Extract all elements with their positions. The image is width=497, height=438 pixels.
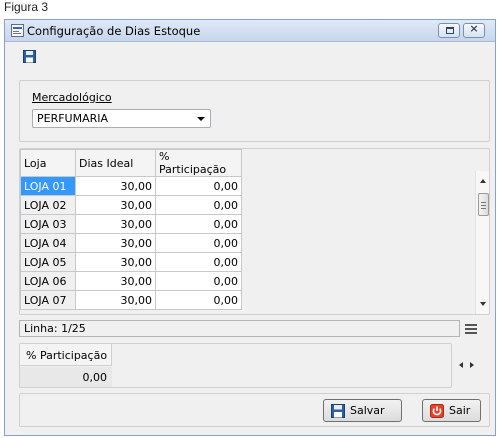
window-title: Configuração de Dias Estoque bbox=[27, 24, 201, 38]
table-row[interactable]: LOJA 04 30,00 0,00 bbox=[20, 233, 242, 253]
power-icon bbox=[430, 404, 444, 418]
row-status-text: Linha: 1/25 bbox=[24, 322, 86, 335]
participacao-cell[interactable]: 0,00 bbox=[155, 195, 242, 215]
summary-value-cell: 0,00 bbox=[20, 367, 112, 387]
table-row[interactable]: LOJA 03 30,00 0,00 bbox=[20, 214, 242, 234]
participacao-cell[interactable]: 0,00 bbox=[155, 233, 242, 253]
loja-cell[interactable]: LOJA 04 bbox=[20, 233, 76, 253]
stores-grid-panel: Loja Dias Ideal % Participação LOJA 01 3… bbox=[19, 148, 490, 315]
loja-cell[interactable]: LOJA 06 bbox=[20, 271, 76, 291]
close-icon: × bbox=[469, 22, 479, 35]
summary-value: 0,00 bbox=[82, 371, 108, 384]
stores-grid: Loja Dias Ideal % Participação LOJA 01 3… bbox=[20, 149, 242, 310]
mercadologico-label: Mercadológico bbox=[32, 91, 112, 104]
title-bar[interactable]: Configuração de Dias Estoque × bbox=[5, 20, 495, 42]
filter-panel: Mercadológico PERFUMARIA bbox=[19, 80, 490, 142]
table-row[interactable]: LOJA 02 30,00 0,00 bbox=[20, 195, 242, 215]
save-button-label: Salvar bbox=[350, 404, 385, 417]
summary-panel: % Participação 0,00 bbox=[19, 343, 452, 388]
scroll-left-icon[interactable] bbox=[459, 362, 463, 368]
mercadologico-select[interactable]: PERFUMARIA bbox=[32, 109, 211, 128]
loja-cell[interactable]: LOJA 07 bbox=[20, 290, 76, 310]
dias-ideal-cell[interactable]: 30,00 bbox=[75, 252, 156, 272]
participacao-cell[interactable]: 0,00 bbox=[155, 214, 242, 234]
figure-caption: Figura 3 bbox=[4, 0, 49, 14]
col-header-loja[interactable]: Loja bbox=[20, 149, 76, 177]
floppy-disk-icon bbox=[331, 404, 345, 418]
participacao-cell[interactable]: 0,00 bbox=[155, 176, 242, 196]
close-button[interactable]: × bbox=[463, 22, 485, 38]
restore-button[interactable] bbox=[438, 23, 460, 38]
scroll-right-icon[interactable] bbox=[470, 362, 474, 368]
app-window-icon bbox=[11, 24, 24, 37]
participacao-cell[interactable]: 0,00 bbox=[155, 271, 242, 291]
table-row[interactable]: LOJA 01 30,00 0,00 bbox=[20, 176, 242, 196]
dias-ideal-cell[interactable]: 30,00 bbox=[75, 195, 156, 215]
table-row[interactable]: LOJA 05 30,00 0,00 bbox=[20, 252, 242, 272]
col-header-dias-ideal[interactable]: Dias Ideal bbox=[75, 149, 156, 177]
exit-button[interactable]: Sair bbox=[422, 399, 481, 422]
participacao-cell[interactable]: 0,00 bbox=[155, 290, 242, 310]
chevron-down-icon bbox=[197, 117, 205, 121]
grid-vertical-scrollbar[interactable] bbox=[475, 171, 489, 314]
save-button[interactable]: Salvar bbox=[323, 399, 402, 422]
row-status-bar: Linha: 1/25 bbox=[19, 320, 460, 337]
scroll-up-icon[interactable] bbox=[480, 179, 486, 183]
grid-header-row: Loja Dias Ideal % Participação bbox=[20, 149, 242, 177]
loja-cell[interactable]: LOJA 01 bbox=[20, 176, 76, 196]
restore-icon bbox=[446, 27, 454, 34]
mercadologico-selected-value: PERFUMARIA bbox=[37, 112, 109, 125]
dias-ideal-cell[interactable]: 30,00 bbox=[75, 214, 156, 234]
dias-ideal-cell[interactable]: 30,00 bbox=[75, 233, 156, 253]
dias-ideal-cell[interactable]: 30,00 bbox=[75, 271, 156, 291]
participacao-cell[interactable]: 0,00 bbox=[155, 252, 242, 272]
hamburger-menu-icon[interactable] bbox=[465, 324, 477, 334]
dias-ideal-cell[interactable]: 30,00 bbox=[75, 290, 156, 310]
loja-cell[interactable]: LOJA 03 bbox=[20, 214, 76, 234]
summary-header: % Participação bbox=[20, 344, 112, 366]
actions-panel: Salvar Sair bbox=[19, 393, 490, 427]
floppy-disk-icon[interactable] bbox=[23, 50, 36, 63]
summary-header-label: % Participação bbox=[26, 349, 108, 362]
dias-ideal-cell[interactable]: 30,00 bbox=[75, 176, 156, 196]
col-header-participacao[interactable]: % Participação bbox=[155, 149, 242, 177]
main-window: Configuração de Dias Estoque × Mercadoló… bbox=[4, 19, 496, 436]
table-row[interactable]: LOJA 07 30,00 0,00 bbox=[20, 290, 242, 310]
table-row[interactable]: LOJA 06 30,00 0,00 bbox=[20, 271, 242, 291]
exit-button-label: Sair bbox=[449, 404, 471, 417]
scroll-down-icon[interactable] bbox=[480, 302, 486, 306]
scroll-thumb[interactable] bbox=[478, 193, 489, 216]
loja-cell[interactable]: LOJA 02 bbox=[20, 195, 76, 215]
loja-cell[interactable]: LOJA 05 bbox=[20, 252, 76, 272]
summary-horizontal-scroller[interactable] bbox=[456, 355, 478, 375]
